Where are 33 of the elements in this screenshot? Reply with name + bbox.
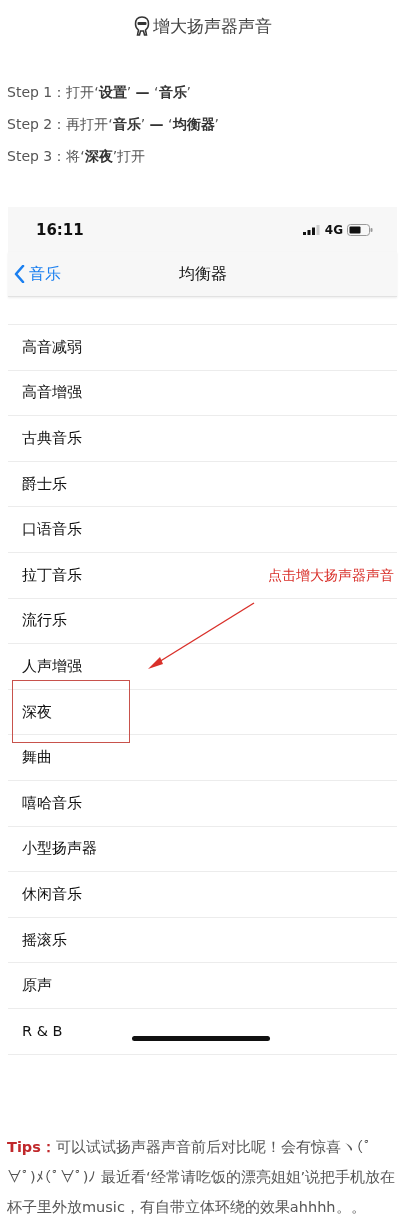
list-item[interactable]: 休闲音乐 — [22, 884, 82, 904]
back-button[interactable]: 音乐 — [8, 263, 61, 285]
list-item[interactable]: 嘻哈音乐 — [22, 793, 82, 813]
list-item[interactable]: 流行乐 — [22, 611, 67, 631]
step-label: Step 1： — [7, 84, 67, 100]
list-item[interactable]: 小型扬声器 — [22, 839, 97, 859]
status-time: 16:11 — [36, 220, 84, 239]
tips-paragraph: Tips：可以试试扬声器声音前后对比呢！会有惊喜ヽ(ﾟ∀ﾟ)ﾒ(ﾟ∀ﾟ)ﾉ 最近看‘经常请吃饭的漂亮姐姐’说把手机放在杯子里外放music，有自带立体环绕的效果ahhhh。。 — [7, 1138, 397, 1217]
page-title: 增大扬声器声音 — [152, 14, 272, 38]
annotation-text: 点击增大扬声器声音 — [268, 567, 394, 585]
list-item[interactable]: R & B — [22, 1023, 63, 1040]
step-text: 打开‘设置’ — ‘音乐’ — [66, 84, 191, 100]
list-item[interactable]: 拉丁音乐 — [22, 565, 82, 585]
step-text: 再打开‘音乐’ — ‘均衡器’ — [66, 116, 219, 132]
list-item[interactable]: 摇滚乐 — [22, 930, 67, 950]
network-label: 4G — [324, 222, 343, 237]
list-item[interactable]: 古典音乐 — [22, 429, 82, 448]
list-item[interactable]: 深夜 — [22, 702, 52, 722]
step-label: Step 3： — [7, 148, 67, 164]
list-item[interactable]: 原声 — [22, 976, 52, 996]
step-label: Step 2： — [7, 116, 67, 132]
list-item[interactable]: 口语音乐 — [22, 520, 82, 540]
step-text: 将‘深夜’打开 — [66, 148, 146, 164]
battery-icon — [347, 223, 373, 236]
signal-icon — [302, 224, 321, 235]
list-item[interactable]: 高音减弱 — [22, 337, 82, 357]
list-item[interactable]: 人声增强 — [22, 656, 82, 676]
list-item[interactable]: 高音增强 — [22, 383, 82, 403]
list-item[interactable]: 舞曲 — [22, 748, 52, 768]
list-item[interactable]: 爵士乐 — [22, 474, 67, 494]
head-icon — [133, 16, 150, 36]
back-chevron-icon — [14, 265, 25, 283]
nav-title: 均衡器 — [177, 263, 228, 285]
